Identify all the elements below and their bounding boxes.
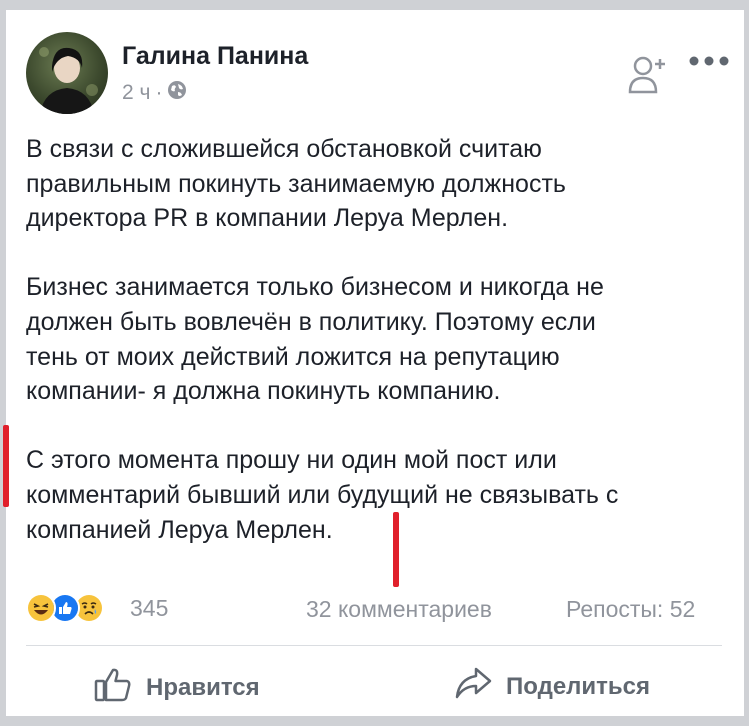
actions-divider [26,645,722,646]
red-annotation-mark [393,512,399,587]
post-meta: 2 ч · [122,80,187,106]
more-options-icon[interactable] [688,54,730,68]
avatar[interactable] [26,32,108,114]
reactions-count: 345 [130,594,169,621]
share-label: Поделиться [506,672,651,700]
red-annotation-mark [3,425,9,507]
author-name[interactable]: Галина Панина [122,42,308,71]
comments-count-link[interactable]: 32 комментариев [306,596,492,623]
meta-separator: · [155,81,163,104]
shares-count-link[interactable]: Репосты: 52 [566,596,695,623]
post-card: Галина Панина 2 ч · В связи с сложившейс… [6,10,744,716]
share-button[interactable]: Поделиться [454,666,650,707]
post-body: В связи с сложившейся обстановкой считаю… [26,132,726,547]
globe-icon [167,80,187,106]
share-arrow-icon [454,666,492,707]
post-paragraph: Бизнес занимается только бизнесом и нико… [26,273,604,406]
reaction-icons [26,593,122,623]
like-button[interactable]: Нравится [94,666,260,709]
follow-person-icon[interactable] [628,54,666,94]
reactions-summary[interactable]: 345 [26,593,168,623]
post-time[interactable]: 2 ч [122,81,150,105]
like-thumb-outline-icon [94,666,132,709]
like-label: Нравится [146,673,260,701]
post-paragraph: В связи с сложившейся обстановкой считаю… [26,135,566,233]
laughing-face-icon [26,593,56,623]
post-paragraph: С этого момента прошу ни один мой пост и… [26,446,619,544]
